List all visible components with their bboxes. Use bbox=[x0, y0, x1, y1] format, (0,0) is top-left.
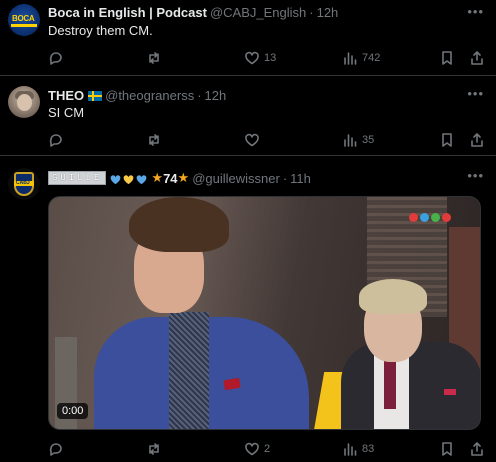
reply-button[interactable] bbox=[48, 49, 64, 67]
views-button[interactable]: 35 bbox=[342, 131, 374, 149]
bookmark-button[interactable] bbox=[439, 49, 455, 67]
display-name-number: 74 bbox=[163, 170, 178, 186]
bookmark-icon bbox=[442, 133, 452, 147]
reply-icon bbox=[49, 52, 62, 65]
views-count: 35 bbox=[362, 134, 375, 146]
views-icon bbox=[344, 443, 357, 456]
timestamp[interactable]: 11h bbox=[290, 171, 311, 186]
reply-icon bbox=[49, 134, 62, 147]
avatar-logo-text: CABJ bbox=[16, 180, 30, 186]
like-button[interactable] bbox=[244, 131, 260, 149]
reply-button[interactable] bbox=[48, 440, 64, 458]
tweet-header: GUILLE ★ 74 ★ @guillewissner · 11h bbox=[48, 170, 311, 186]
more-horizontal-icon[interactable]: ••• bbox=[467, 168, 484, 183]
avatar[interactable] bbox=[8, 86, 40, 118]
display-name[interactable]: Boca in English | Podcast bbox=[48, 5, 207, 20]
share-button[interactable] bbox=[469, 49, 485, 67]
video-person-hair bbox=[359, 279, 427, 314]
views-button[interactable]: 83 bbox=[342, 440, 374, 458]
blue-heart-icon bbox=[110, 173, 121, 185]
handle[interactable]: @theogranerss bbox=[105, 88, 194, 103]
avatar-logo-text: BOCA bbox=[12, 14, 35, 23]
action-bar: 13 742 bbox=[48, 49, 488, 67]
heart-icon bbox=[245, 51, 259, 65]
views-count: 742 bbox=[362, 52, 381, 64]
reply-button[interactable] bbox=[48, 131, 64, 149]
views-icon bbox=[344, 52, 357, 65]
display-name[interactable]: GUILLE bbox=[48, 171, 107, 185]
share-icon bbox=[471, 133, 483, 147]
tweet[interactable]: CABJ GUILLE ★ 74 ★ @guillewissner · 11h … bbox=[0, 156, 496, 462]
tweet-text: Destroy them CM. bbox=[48, 23, 153, 38]
tweet[interactable]: BOCA Boca in English | Podcast @CABJ_Eng… bbox=[0, 0, 496, 76]
avatar-stripe bbox=[11, 24, 37, 27]
logo-dot bbox=[420, 213, 429, 222]
views-button[interactable]: 742 bbox=[342, 49, 380, 67]
repost-icon bbox=[149, 134, 159, 146]
share-button[interactable] bbox=[469, 131, 485, 149]
reply-icon bbox=[49, 443, 62, 456]
video-person-tie bbox=[384, 359, 396, 409]
video-person-shirt bbox=[169, 312, 209, 429]
heart-icon bbox=[245, 442, 259, 456]
timestamp[interactable]: 12h bbox=[205, 88, 227, 103]
star-icon: ★ bbox=[177, 170, 190, 185]
action-bar: 2 83 bbox=[48, 440, 488, 458]
video-person-hair bbox=[129, 197, 229, 252]
tweet-header: THEO @theogranerss · 12h bbox=[48, 88, 226, 103]
display-name[interactable]: THEO bbox=[48, 88, 84, 103]
share-icon bbox=[471, 442, 483, 456]
timestamp[interactable]: 12h bbox=[317, 5, 339, 20]
bookmark-icon bbox=[442, 51, 452, 65]
views-icon bbox=[344, 134, 357, 147]
tweet-text: SI CM bbox=[48, 105, 85, 120]
like-count: 2 bbox=[264, 443, 271, 455]
bookmark-button[interactable] bbox=[439, 131, 455, 149]
video-timestamp: 0:00 bbox=[57, 403, 89, 419]
star-icon: ★ bbox=[151, 170, 164, 185]
action-bar: 35 bbox=[48, 131, 488, 149]
video-player[interactable]: 0:00 bbox=[48, 196, 481, 430]
separator-dot: · bbox=[197, 88, 202, 103]
separator-dot: · bbox=[309, 5, 314, 20]
logo-dot bbox=[442, 213, 451, 222]
handle[interactable]: @CABJ_English bbox=[210, 5, 306, 20]
bookmark-button[interactable] bbox=[439, 440, 455, 458]
handle[interactable]: @guillewissner bbox=[192, 171, 280, 186]
tweet-header: Boca in English | Podcast @CABJ_English … bbox=[48, 5, 338, 20]
tweet[interactable]: THEO @theogranerss · 12h ••• SI CM 35 bbox=[0, 76, 496, 156]
more-horizontal-icon[interactable]: ••• bbox=[467, 4, 484, 19]
like-button[interactable]: 13 bbox=[244, 49, 276, 67]
separator-dot: · bbox=[282, 170, 288, 186]
logo-dot bbox=[409, 213, 418, 222]
yellow-heart-icon bbox=[123, 173, 134, 185]
blue-heart-icon bbox=[136, 173, 147, 185]
repost-button[interactable] bbox=[146, 49, 162, 67]
share-icon bbox=[471, 51, 483, 65]
like-button[interactable]: 2 bbox=[244, 440, 270, 458]
avatar-face bbox=[17, 94, 32, 111]
repost-icon bbox=[149, 443, 159, 455]
logo-dot bbox=[431, 213, 440, 222]
heart-icon bbox=[245, 133, 259, 147]
repost-icon bbox=[149, 52, 159, 64]
avatar[interactable]: BOCA bbox=[8, 4, 40, 36]
repost-button[interactable] bbox=[146, 131, 162, 149]
video-person-pocket-square bbox=[444, 389, 456, 395]
repost-button[interactable] bbox=[146, 440, 162, 458]
views-count: 83 bbox=[362, 443, 375, 455]
avatar[interactable]: CABJ bbox=[8, 168, 40, 200]
hearts-emoji-group bbox=[110, 173, 147, 185]
share-button[interactable] bbox=[469, 440, 485, 458]
more-horizontal-icon[interactable]: ••• bbox=[467, 86, 484, 101]
like-count: 13 bbox=[264, 52, 277, 64]
tv-channel-logo bbox=[409, 213, 451, 222]
bookmark-icon bbox=[442, 442, 452, 456]
sweden-flag-icon bbox=[88, 90, 103, 101]
